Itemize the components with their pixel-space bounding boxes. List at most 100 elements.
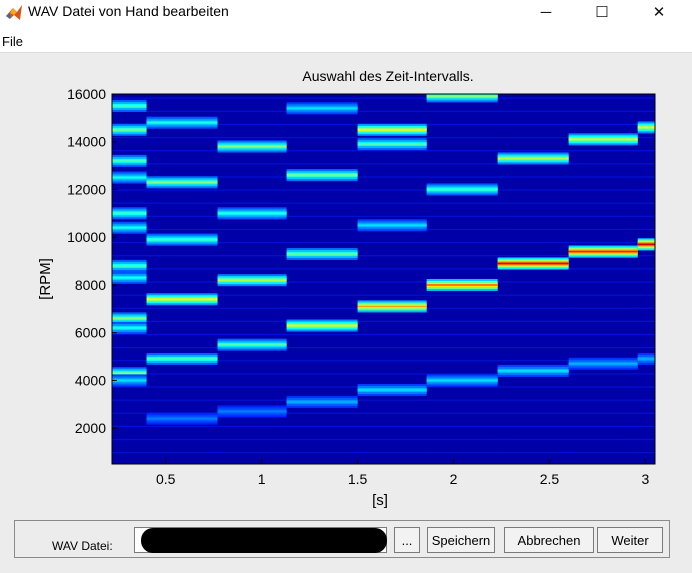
heatmap-texture-line: [286, 294, 358, 296]
heatmap-band: [286, 174, 358, 176]
heatmap-texture-line: [146, 399, 218, 401]
heatmap-texture-line: [426, 255, 498, 257]
heatmap-texture-line: [497, 281, 569, 283]
heatmap-texture-line: [112, 255, 147, 257]
heatmap-texture-line: [146, 373, 218, 375]
heatmap-texture-line: [217, 333, 287, 336]
heatmap-band: [112, 317, 147, 320]
cancel-button[interactable]: Abbrechen: [504, 527, 594, 553]
heatmap-texture-line: [568, 333, 638, 336]
x-tick-label: 0.5: [156, 471, 176, 487]
heatmap-texture-line: [217, 268, 287, 270]
heatmap-texture-line: [286, 425, 358, 428]
heatmap-texture-line: [497, 150, 569, 152]
menu-file[interactable]: File: [2, 34, 23, 49]
heatmap-texture-line: [497, 215, 569, 217]
heatmap-band: [146, 238, 218, 241]
heatmap-texture-line: [146, 347, 218, 349]
heatmap-texture-line: [217, 294, 287, 296]
heatmap-texture-line: [637, 425, 655, 428]
heatmap-texture-line: [497, 333, 569, 336]
heatmap-band: [112, 277, 147, 279]
heatmap-texture-line: [568, 163, 638, 165]
y-tick-label: 4000: [75, 372, 106, 388]
heatmap-texture-line: [357, 333, 427, 336]
heatmap-texture-line: [426, 294, 498, 296]
heatmap-texture-line: [637, 136, 655, 139]
heatmap-texture-line: [112, 386, 147, 388]
heatmap-texture-line: [568, 202, 638, 204]
heatmap-texture-line: [146, 333, 218, 336]
heatmap-texture-line: [426, 176, 498, 178]
browse-button[interactable]: ...: [394, 527, 420, 553]
heatmap-texture-line: [637, 176, 655, 178]
maximize-button[interactable]: ☐: [579, 0, 625, 24]
heatmap-texture-line: [497, 360, 569, 362]
save-button[interactable]: Speichern: [427, 527, 495, 553]
heatmap-texture-line: [146, 281, 218, 283]
heatmap-band: [286, 401, 358, 403]
heatmap-texture-line: [286, 360, 358, 362]
heatmap-texture-line: [286, 307, 358, 309]
heatmap-texture-line: [146, 438, 218, 441]
heatmap-texture-line: [637, 97, 655, 99]
heatmap-texture-line: [426, 386, 498, 388]
heatmap-texture-line: [357, 347, 427, 349]
minimize-button[interactable]: ─: [523, 0, 569, 24]
heatmap-texture-line: [286, 347, 358, 349]
heatmap-texture-line: [112, 242, 147, 244]
heatmap-texture-line: [286, 281, 358, 283]
matlab-logo-icon: [6, 5, 22, 20]
next-button[interactable]: Weiter: [597, 527, 663, 553]
heatmap-band: [146, 181, 218, 184]
heatmap-texture-line: [217, 176, 287, 178]
spectrogram-chart[interactable]: Auswahl des Zeit-Intervalls. 0.5 1 1.5 2 2.5…: [0, 53, 692, 520]
heatmap-texture-line: [357, 255, 427, 257]
heatmap-texture-line: [568, 307, 638, 309]
heatmap-texture-line: [426, 425, 498, 428]
heatmap-texture-line: [112, 294, 147, 296]
heatmap-texture-line: [497, 386, 569, 388]
heatmap-texture-line: [637, 202, 655, 204]
heatmap-texture-line: [357, 360, 427, 362]
heatmap-texture-line: [217, 307, 287, 309]
heatmap-texture-line: [286, 386, 358, 388]
heatmap-texture-line: [637, 347, 655, 349]
x-tick-label: 2.5: [540, 471, 560, 487]
heatmap-texture-line: [286, 202, 358, 204]
heatmap-texture-line: [286, 242, 358, 244]
heatmap-texture-line: [146, 425, 218, 428]
plot-area[interactable]: [112, 90, 655, 464]
heatmap-texture-line: [637, 373, 655, 375]
heatmap-texture-line: [426, 333, 498, 336]
heatmap-texture-line: [426, 268, 498, 270]
heatmap-band: [357, 129, 427, 131]
heatmap-texture-line: [146, 202, 218, 204]
heatmap-texture-line: [568, 425, 638, 428]
y-tick-label: 16000: [67, 86, 106, 102]
close-button[interactable]: ✕: [636, 0, 682, 24]
heatmap-texture-line: [637, 150, 655, 152]
heatmap-texture-line: [637, 452, 655, 454]
heatmap-texture-line: [497, 347, 569, 349]
heatmap-texture-line: [426, 136, 498, 139]
heatmap-texture-line: [217, 110, 287, 112]
heatmap-texture-line: [637, 386, 655, 388]
heatmap-texture-line: [112, 438, 147, 441]
heatmap-texture-line: [217, 228, 287, 231]
heatmap-band: [112, 265, 147, 267]
heatmap-texture-line: [426, 202, 498, 204]
heatmap-band: [637, 243, 655, 246]
heatmap-texture-line: [146, 136, 218, 139]
heatmap-texture-line: [146, 255, 218, 257]
heatmap-band: [568, 362, 638, 365]
heatmap-texture-line: [426, 452, 498, 454]
heatmap-texture-line: [146, 228, 218, 231]
heatmap-texture-line: [497, 255, 569, 257]
heatmap-texture-line: [426, 360, 498, 362]
heatmap-texture-line: [568, 242, 638, 244]
heatmap-band: [112, 129, 147, 131]
x-tick-label: 1.5: [348, 471, 368, 487]
heatmap-texture-line: [357, 97, 427, 99]
heatmap-texture-line: [217, 438, 287, 441]
